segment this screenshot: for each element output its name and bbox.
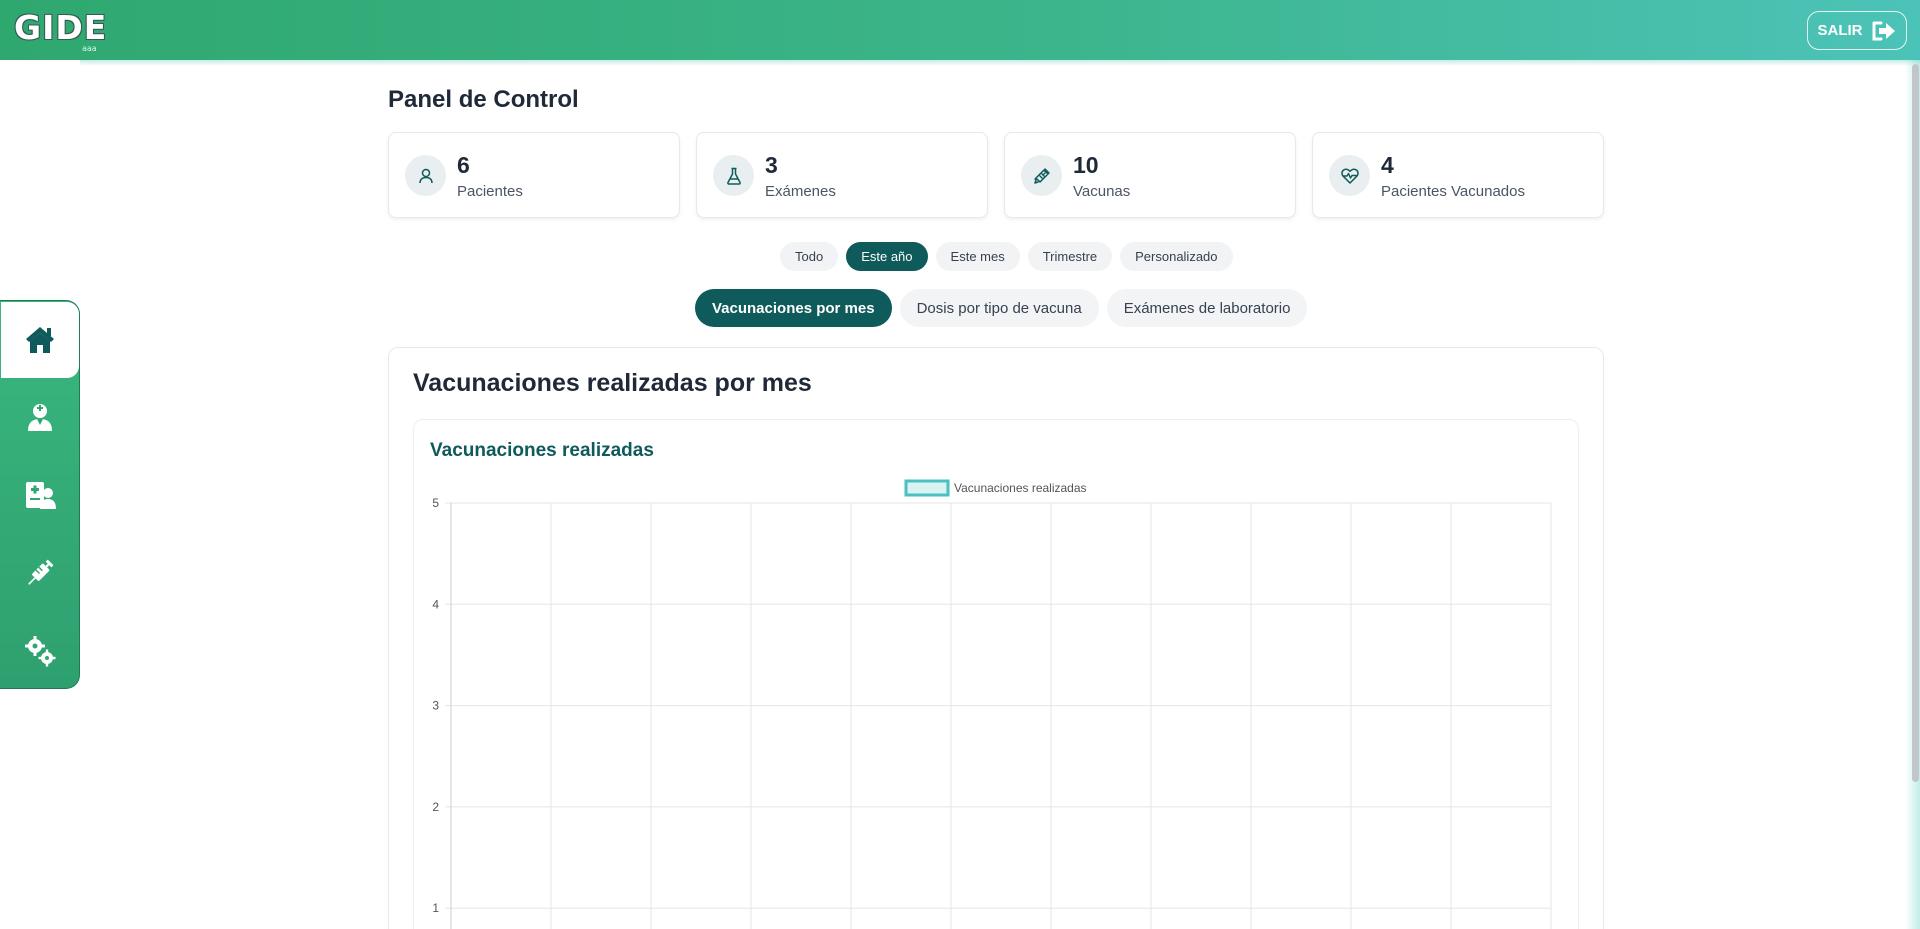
sidebar-item-patients[interactable] bbox=[0, 379, 80, 455]
y-tick-label: 5 bbox=[432, 496, 439, 510]
syringe-icon bbox=[28, 559, 54, 585]
user-icon bbox=[418, 168, 433, 183]
y-tick-label: 4 bbox=[432, 597, 439, 611]
stat-value: 6 bbox=[457, 152, 470, 178]
top-bar: GIDE aaa SALIR bbox=[0, 0, 1920, 60]
stat-label: Pacientes bbox=[457, 183, 523, 200]
chart-title: Vacunaciones realizadas bbox=[430, 440, 654, 461]
page-title: Panel de Control bbox=[388, 86, 579, 113]
heart-pulse-icon bbox=[1340, 168, 1359, 184]
tab-dosis-por-tipo[interactable]: Dosis por tipo de vacuna bbox=[899, 289, 1099, 327]
filter-este-mes[interactable]: Este mes bbox=[935, 242, 1020, 271]
stat-label: Pacientes Vacunados bbox=[1381, 183, 1525, 200]
tab-vacunaciones-por-mes[interactable]: Vacunaciones por mes bbox=[695, 289, 892, 327]
logout-icon bbox=[1872, 21, 1895, 40]
stat-card-vaccines: 10 Vacunas bbox=[1004, 132, 1296, 218]
filter-trimestre[interactable]: Trimestre bbox=[1027, 242, 1113, 271]
filter-todo[interactable]: Todo bbox=[780, 242, 839, 271]
flask-icon bbox=[726, 167, 741, 185]
user-doctor-icon bbox=[28, 404, 52, 431]
stat-value: 3 bbox=[765, 152, 778, 178]
stat-value: 4 bbox=[1381, 152, 1394, 178]
syringe-icon bbox=[1033, 167, 1050, 184]
y-tick-label: 1 bbox=[432, 901, 439, 915]
stat-value: 10 bbox=[1073, 152, 1099, 178]
filter-este-ano[interactable]: Este año bbox=[846, 242, 928, 271]
vaccinations-chart: Vacunaciones realizadas 5 4 3 2 1 bbox=[432, 479, 1552, 929]
app-logo[interactable]: GIDE aaa bbox=[8, 6, 110, 56]
date-filter-group: Todo Este año Este mes Trimestre Persona… bbox=[780, 242, 1233, 271]
y-tick-label: 3 bbox=[432, 699, 439, 713]
logout-label: SALIR bbox=[1817, 22, 1863, 39]
logout-button[interactable]: SALIR bbox=[1807, 11, 1907, 50]
stat-card-patients: 6 Pacientes bbox=[388, 132, 680, 218]
stat-card-vaccinated-patients: 4 Pacientes Vacunados bbox=[1312, 132, 1604, 218]
page-scrollbar[interactable] bbox=[1912, 64, 1919, 782]
sidebar bbox=[0, 300, 80, 689]
legend-swatch[interactable] bbox=[904, 479, 950, 497]
tab-examenes-laboratorio[interactable]: Exámenes de laboratorio bbox=[1106, 289, 1308, 327]
sidebar-item-records[interactable] bbox=[0, 457, 80, 533]
legend-label[interactable]: Vacunaciones realizadas bbox=[954, 481, 1087, 495]
stat-card-exams: 3 Exámenes bbox=[696, 132, 988, 218]
logo-subtext: aaa bbox=[82, 44, 97, 53]
topbar-shadow bbox=[80, 60, 1920, 66]
sidebar-item-vaccines[interactable] bbox=[0, 535, 80, 611]
medical-record-icon bbox=[26, 482, 56, 509]
sidebar-item-home[interactable] bbox=[1, 302, 79, 378]
stat-label: Exámenes bbox=[765, 183, 836, 200]
y-tick-label: 2 bbox=[432, 800, 439, 814]
stat-label: Vacunas bbox=[1073, 183, 1131, 200]
chart-section-title: Vacunaciones realizadas por mes bbox=[413, 369, 812, 397]
sidebar-item-settings[interactable] bbox=[0, 613, 80, 689]
chart-tabs: Vacunaciones por mes Dosis por tipo de v… bbox=[695, 289, 1308, 327]
filter-personalizado[interactable]: Personalizado bbox=[1120, 242, 1233, 271]
gears-icon bbox=[25, 636, 56, 667]
logo-text: GIDE bbox=[14, 8, 108, 47]
home-icon bbox=[26, 327, 54, 353]
